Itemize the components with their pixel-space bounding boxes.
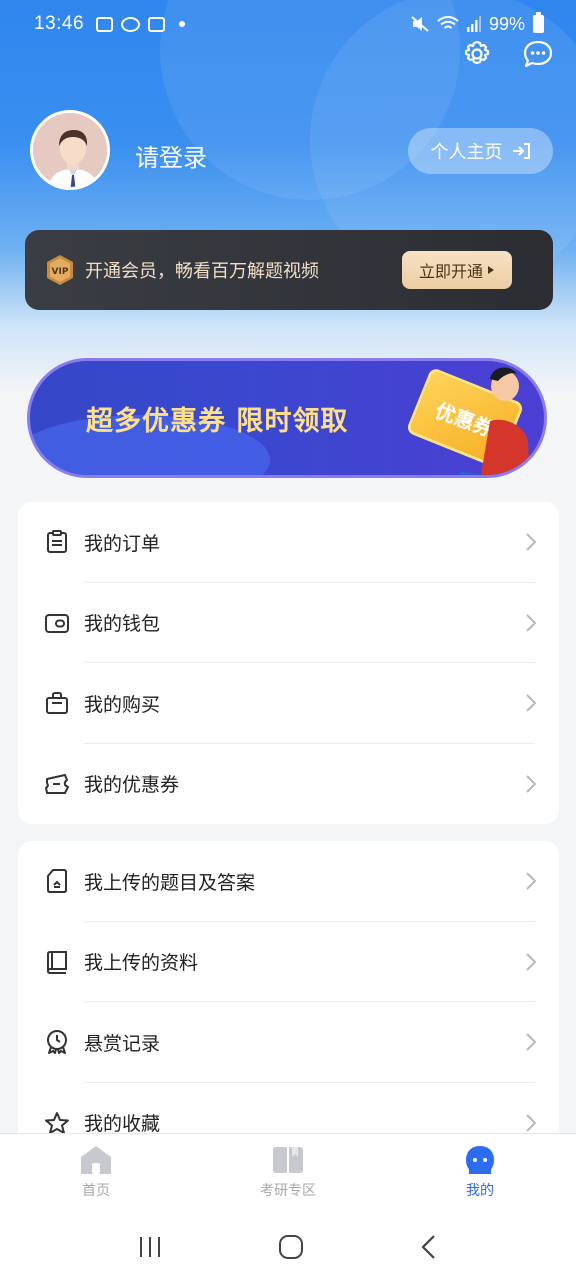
tab-label: 考研专区	[260, 1183, 316, 1199]
person-illustration	[460, 367, 530, 475]
menu-label: 我的订单	[84, 532, 161, 555]
system-nav-bar	[0, 1213, 576, 1280]
mute-icon	[411, 16, 429, 32]
tab-label: 我的	[466, 1183, 494, 1199]
battery-icon	[533, 12, 544, 33]
login-link[interactable]: 请登录	[135, 138, 207, 173]
status-time: 13:46	[34, 13, 85, 34]
menu-item-my-purchases[interactable]: 我的购买	[18, 663, 559, 744]
coupon-icon	[44, 771, 70, 797]
activate-vip-label: 立即开通	[418, 262, 483, 281]
chat-bubble-icon	[523, 40, 553, 68]
activate-vip-button[interactable]: 立即开通	[402, 251, 512, 289]
coupon-banner-text: 超多优惠券 限时领取	[86, 406, 349, 437]
enter-arrow-icon	[512, 143, 530, 159]
chevron-right-icon	[526, 953, 537, 971]
personal-homepage-button[interactable]: 个人主页	[408, 128, 553, 174]
order-list-icon	[44, 529, 70, 555]
personal-homepage-label: 个人主页	[430, 142, 503, 163]
shopping-bag-icon	[44, 690, 70, 716]
vip-badge-text: VIP	[52, 267, 69, 277]
menu-item-my-coupons[interactable]: 我的优惠券	[18, 744, 559, 825]
gear-icon	[464, 40, 490, 65]
menu-card-orders: 我的订单 我的钱包 我的购买 我的优惠券	[18, 502, 559, 824]
tab-exam-zone[interactable]: 考研专区	[192, 1134, 384, 1213]
checkbox-notification-icon	[148, 16, 166, 32]
battery-percent: 99%	[488, 13, 525, 34]
home-icon	[81, 1146, 111, 1174]
menu-card-uploads: 我上传的题目及答案 我上传的资料 悬赏记录 我的收藏	[18, 841, 559, 1171]
wallet-icon	[44, 610, 70, 636]
wifi-icon	[437, 16, 459, 29]
chevron-right-icon	[526, 872, 537, 890]
menu-label: 我上传的资料	[84, 952, 199, 975]
tab-home[interactable]: 首页	[0, 1134, 192, 1213]
vip-promo-text: 开通会员，畅看百万解题视频	[85, 261, 319, 282]
reward-clock-icon	[44, 1029, 70, 1055]
settings-button[interactable]	[460, 37, 494, 71]
app-notification-icon	[121, 16, 141, 32]
book-icon	[44, 949, 70, 975]
vip-promo-bar[interactable]: VIP 开通会员，畅看百万解题视频 立即开通	[25, 230, 553, 310]
home-button-icon[interactable]	[278, 1234, 304, 1260]
menu-item-uploaded-materials[interactable]: 我上传的资料	[18, 922, 559, 1002]
chevron-right-icon	[526, 775, 537, 793]
tab-label: 首页	[82, 1183, 110, 1199]
menu-label: 悬赏记录	[84, 1032, 161, 1055]
upload-doc-icon	[44, 868, 70, 894]
book-open-icon	[273, 1147, 303, 1173]
menu-item-uploaded-questions[interactable]: 我上传的题目及答案	[18, 841, 559, 922]
chevron-right-icon	[526, 533, 537, 551]
gallery-notification-icon	[96, 16, 114, 32]
bottom-nav: 首页 考研专区 我的	[0, 1133, 576, 1213]
chevron-right-icon	[526, 694, 537, 712]
chevron-right-icon	[526, 1114, 537, 1132]
menu-label: 我上传的题目及答案	[84, 871, 256, 894]
coupon-banner[interactable]: 超多优惠券 限时领取 优惠券	[27, 358, 547, 478]
messages-button[interactable]	[521, 37, 555, 71]
back-icon[interactable]	[419, 1234, 439, 1260]
menu-item-my-orders[interactable]: 我的订单	[18, 502, 559, 583]
chevron-right-icon	[526, 614, 537, 632]
menu-label: 我的优惠券	[84, 774, 180, 797]
recent-apps-icon[interactable]	[137, 1235, 163, 1259]
avatar[interactable]	[30, 110, 110, 190]
star-icon	[44, 1110, 70, 1136]
menu-item-reward-records[interactable]: 悬赏记录	[18, 1002, 559, 1083]
chevron-right-icon	[526, 1033, 537, 1051]
vip-badge-icon: VIP	[47, 255, 73, 285]
menu-item-my-wallet[interactable]: 我的钱包	[18, 583, 559, 663]
menu-label: 我的钱包	[84, 613, 161, 636]
play-triangle-icon	[488, 266, 494, 274]
more-notifications-icon	[179, 21, 186, 27]
tab-mine[interactable]: 我的	[384, 1134, 576, 1213]
menu-label: 我的购买	[84, 693, 161, 716]
user-face-icon	[466, 1146, 494, 1174]
signal-icon	[466, 16, 481, 32]
